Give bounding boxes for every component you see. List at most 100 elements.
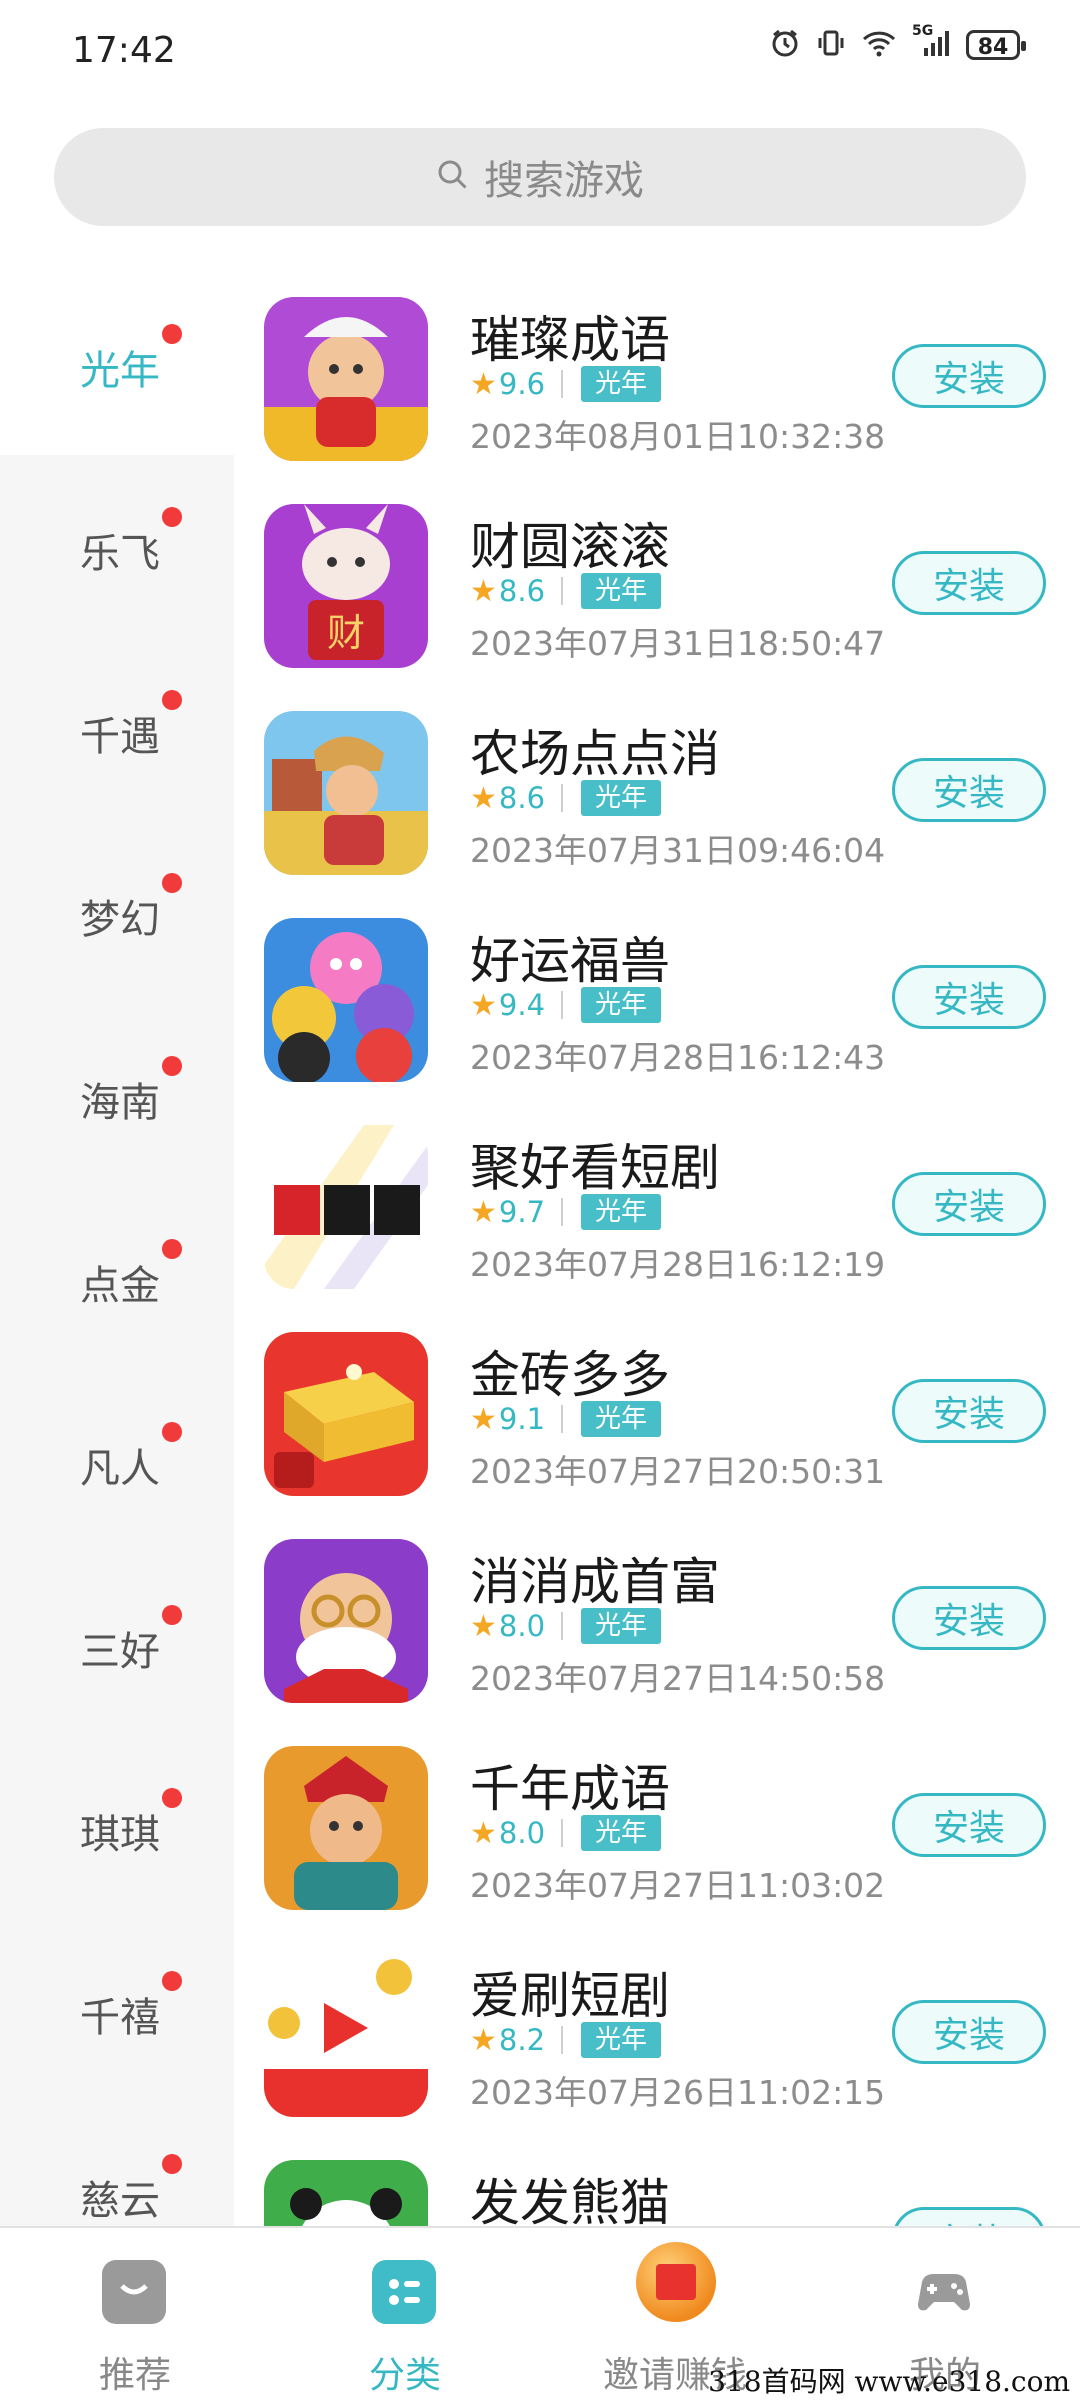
provider-tag: 光年 bbox=[581, 987, 662, 1023]
category-label: 点金 bbox=[80, 1263, 160, 1309]
category-label: 慈云 bbox=[80, 2178, 160, 2224]
star-icon: ★ bbox=[470, 1608, 497, 1644]
game-name: 爱刷短剧 bbox=[470, 1967, 670, 2025]
red-envelope-icon bbox=[656, 2264, 696, 2300]
game-row[interactable]: 千年成语 ★ 8.0 光年 2023年07月27日11:03:02 安装 bbox=[234, 1721, 1080, 1928]
alarm-icon bbox=[770, 28, 800, 62]
nav-label: 分类 bbox=[368, 2355, 441, 2396]
game-row[interactable]: 消消成首富 ★ 8.0 光年 2023年07月27日14:50:58 安装 bbox=[234, 1514, 1080, 1721]
bottom-nav: 推荐 分类 邀请赚钱 我的 318首码网 www.e318.com bbox=[0, 2226, 1080, 2402]
install-button[interactable]: 安装 bbox=[892, 551, 1046, 615]
provider-tag: 光年 bbox=[581, 366, 662, 402]
search-icon bbox=[436, 158, 470, 196]
category-label: 乐飞 bbox=[80, 531, 160, 577]
unread-dot bbox=[162, 507, 182, 527]
game-date: 2023年07月27日14:50:58 bbox=[470, 1659, 886, 1698]
install-button[interactable]: 安装 bbox=[892, 1379, 1046, 1443]
game-icon-farm bbox=[264, 711, 428, 875]
unread-dot bbox=[162, 1239, 182, 1259]
divider bbox=[561, 991, 564, 1019]
category-label: 琪琪 bbox=[80, 1812, 160, 1858]
install-button[interactable]: 安装 bbox=[892, 1172, 1046, 1236]
category-item[interactable]: 三好 bbox=[0, 1553, 234, 1736]
svg-text:财: 财 bbox=[327, 611, 365, 655]
game-icon-rabbit: 财 bbox=[264, 504, 428, 668]
game-date: 2023年07月31日09:46:04 bbox=[470, 831, 886, 870]
nav-label: 推荐 bbox=[98, 2355, 171, 2396]
game-row[interactable]: 金砖多多 ★ 9.1 光年 2023年07月27日20:50:31 安装 bbox=[234, 1307, 1080, 1514]
game-date: 2023年07月28日16:12:19 bbox=[470, 1245, 886, 1284]
category-label: 千禧 bbox=[80, 1995, 160, 2041]
game-meta: ★ 9.6 光年 bbox=[470, 364, 662, 404]
category-label: 三好 bbox=[80, 1629, 160, 1675]
category-item[interactable]: 千遇 bbox=[0, 638, 234, 821]
category-icon bbox=[372, 2260, 436, 2324]
category-item[interactable]: 梦幻 bbox=[0, 821, 234, 1004]
nav-recommend[interactable]: 推荐 bbox=[0, 2228, 270, 2402]
game-icon-wealth-god bbox=[264, 1746, 428, 1910]
game-rating: 9.7 bbox=[498, 1195, 546, 1229]
game-rating: 8.6 bbox=[498, 574, 546, 608]
search-bar[interactable]: 搜索游戏 bbox=[54, 128, 1026, 226]
game-meta: ★ 9.1 光年 bbox=[470, 1399, 662, 1439]
game-rating: 9.1 bbox=[498, 1402, 546, 1436]
install-button[interactable]: 安装 bbox=[892, 2000, 1046, 2064]
category-item[interactable]: 点金 bbox=[0, 1187, 234, 1370]
category-item[interactable]: 海南 bbox=[0, 1004, 234, 1187]
install-button[interactable]: 安装 bbox=[892, 2207, 1046, 2226]
star-icon: ★ bbox=[470, 366, 497, 402]
install-button[interactable]: 安装 bbox=[892, 1793, 1046, 1857]
divider bbox=[561, 1405, 564, 1433]
game-row[interactable]: 聚好看短剧 ★ 9.7 光年 2023年07月28日16:12:19 安装 bbox=[234, 1100, 1080, 1307]
game-row[interactable]: 璀璨成语 ★ 9.6 光年 2023年08月01日10:32:38 安装 bbox=[234, 272, 1080, 479]
game-name: 发发熊猫 bbox=[470, 2174, 670, 2226]
recommend-icon bbox=[102, 2260, 166, 2324]
game-name: 金砖多多 bbox=[470, 1346, 670, 1404]
status-icons: 5G 84 bbox=[770, 24, 1026, 62]
provider-tag: 光年 bbox=[581, 2022, 662, 2058]
game-row[interactable]: 农场点点消 ★ 8.6 光年 2023年07月31日09:46:04 安装 bbox=[234, 686, 1080, 893]
game-meta: ★ 9.7 光年 bbox=[470, 1192, 662, 1232]
category-label: 光年 bbox=[80, 348, 160, 394]
nav-category[interactable]: 分类 bbox=[270, 2228, 540, 2402]
game-row[interactable]: 财 财圆滚滚 ★ 8.6 光年 2023年07月31日18:50:47 安装 bbox=[234, 479, 1080, 686]
provider-tag: 光年 bbox=[581, 1608, 662, 1644]
install-button[interactable]: 安装 bbox=[892, 965, 1046, 1029]
game-row[interactable]: 爱刷短剧 ★ 8.2 光年 2023年07月26日11:02:15 安装 bbox=[234, 1928, 1080, 2135]
divider bbox=[561, 1612, 564, 1640]
star-icon: ★ bbox=[470, 2022, 497, 2058]
network-label: 5G bbox=[912, 23, 934, 39]
invite-icon bbox=[636, 2242, 716, 2322]
category-label: 梦幻 bbox=[80, 897, 160, 943]
watermark: 318首码网 www.e318.com bbox=[708, 2365, 1070, 2398]
star-icon: ★ bbox=[470, 1194, 497, 1230]
game-date: 2023年07月27日20:50:31 bbox=[470, 1452, 886, 1491]
provider-tag: 光年 bbox=[581, 1401, 662, 1437]
star-icon: ★ bbox=[470, 987, 497, 1023]
game-meta: ★ 8.6 光年 bbox=[470, 778, 662, 818]
install-button[interactable]: 安装 bbox=[892, 1586, 1046, 1650]
category-item[interactable]: 琪琪 bbox=[0, 1736, 234, 1919]
game-date: 2023年07月26日11:02:15 bbox=[470, 2073, 886, 2112]
category-item[interactable]: 千禧 bbox=[0, 1919, 234, 2102]
unread-dot bbox=[162, 690, 182, 710]
install-button[interactable]: 安装 bbox=[892, 758, 1046, 822]
game-date: 2023年07月28日16:12:43 bbox=[470, 1038, 886, 1077]
category-item[interactable]: 乐飞 bbox=[0, 455, 234, 638]
category-item[interactable]: 凡人 bbox=[0, 1370, 234, 1553]
divider bbox=[561, 2026, 564, 2054]
game-row[interactable]: 好运福兽 ★ 9.4 光年 2023年07月28日16:12:43 安装 bbox=[234, 893, 1080, 1100]
game-name: 璀璨成语 bbox=[470, 311, 670, 369]
category-item[interactable]: 光年 bbox=[0, 272, 234, 455]
unread-dot bbox=[162, 2154, 182, 2174]
star-icon: ★ bbox=[470, 1815, 497, 1851]
game-name: 消消成首富 bbox=[470, 1553, 720, 1611]
unread-dot bbox=[162, 1971, 182, 1991]
divider bbox=[561, 784, 564, 812]
install-button[interactable]: 安装 bbox=[892, 344, 1046, 408]
game-icon-drama-logo bbox=[264, 1125, 428, 1289]
game-meta: ★ 8.2 光年 bbox=[470, 2020, 662, 2060]
game-meta: ★ 8.0 光年 bbox=[470, 1606, 662, 1646]
game-row[interactable]: 发发熊猫 安装 bbox=[234, 2135, 1080, 2226]
category-label: 凡人 bbox=[80, 1446, 160, 1492]
